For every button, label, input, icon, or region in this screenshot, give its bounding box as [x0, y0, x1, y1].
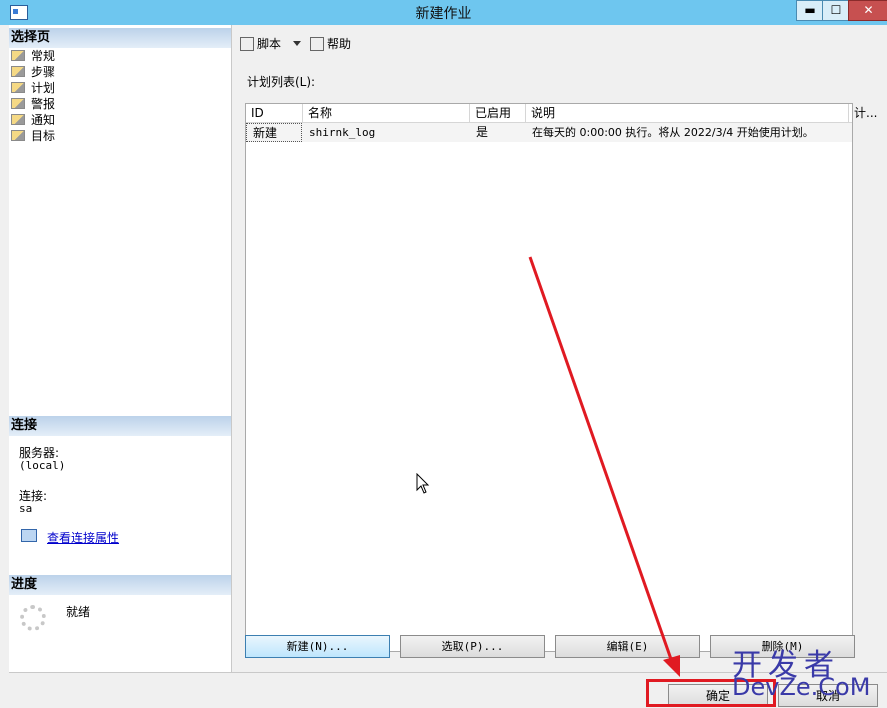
cell-name: shirnk_log — [309, 126, 376, 139]
page-item-label: 目标 — [31, 129, 56, 143]
page-icon — [11, 82, 25, 93]
page-item-label: 通知 — [31, 113, 56, 127]
server-value: (local) — [19, 459, 66, 472]
column-header-description[interactable]: 说明 — [526, 104, 849, 122]
column-header-jobs[interactable]: 计... — [849, 104, 883, 122]
mouse-cursor-icon — [416, 473, 430, 494]
script-dropdown-arrow-icon[interactable] — [293, 41, 301, 46]
connection-value: sa — [19, 502, 33, 515]
progress-status: 就绪 — [66, 605, 91, 619]
connection-header: 连接 — [9, 416, 231, 436]
grid-header: ID 名称 已启用 说明 计... — [246, 104, 877, 123]
page-icon — [11, 50, 25, 61]
column-header-enabled[interactable]: 已启用 — [470, 104, 526, 122]
cell-id[interactable]: 新建 — [246, 123, 302, 142]
connection-label: 连接: — [19, 489, 48, 503]
main-panel: 脚本 帮助 计划列表(L): ID 名称 已启用 说明 计... 新建 shir… — [232, 25, 887, 672]
progress-spinner-icon — [20, 605, 46, 631]
page-icon — [11, 130, 25, 141]
connection-properties-icon — [21, 529, 37, 542]
minimize-button[interactable]: ▬ — [796, 0, 824, 21]
view-connection-properties-link[interactable]: 查看连接属性 — [47, 529, 119, 546]
cell-enabled: 是 — [476, 125, 489, 139]
cell-description: 在每天的 0:00:00 执行。将从 2022/3/4 开始使用计划。 — [532, 126, 814, 139]
page-item-label: 警报 — [31, 97, 56, 111]
window-titlebar[interactable]: 新建作业 ▬ ☐ ✕ — [0, 0, 887, 25]
new-schedule-button[interactable]: 新建(N)... — [245, 635, 390, 658]
script-icon — [240, 37, 254, 51]
window-title: 新建作业 — [415, 6, 472, 22]
help-label: 帮助 — [327, 37, 352, 51]
toolbar: 脚本 帮助 — [232, 25, 887, 57]
pick-schedule-button[interactable]: 选取(P)... — [400, 635, 545, 658]
help-icon — [310, 37, 324, 51]
maximize-button[interactable]: ☐ — [822, 0, 850, 21]
script-button[interactable]: 脚本 — [240, 35, 281, 52]
watermark-en: DevZe.CoM — [732, 673, 871, 701]
page-item-label: 常规 — [31, 49, 56, 63]
page-item-steps[interactable]: 步骤 — [11, 64, 55, 80]
left-panel: 选择页 常规 步骤 计划 警报 通知 目标 连接 服务器: (local) 连接… — [9, 25, 232, 672]
column-header-id[interactable]: ID — [246, 104, 303, 122]
page-icon — [11, 114, 25, 125]
progress-header: 进度 — [9, 575, 231, 595]
page-item-general[interactable]: 常规 — [11, 48, 55, 64]
table-row[interactable]: 新建 shirnk_log 是 在每天的 0:00:00 执行。将从 2022/… — [246, 123, 852, 142]
server-label: 服务器: — [19, 446, 60, 460]
page-icon — [11, 98, 25, 109]
select-page-header: 选择页 — [9, 28, 231, 48]
page-item-notifications[interactable]: 通知 — [11, 112, 55, 128]
watermark: 开发者 DevZe.CoM — [730, 640, 887, 707]
schedule-list-label: 计划列表(L): — [247, 75, 316, 89]
page-item-label: 计划 — [31, 81, 56, 95]
help-button[interactable]: 帮助 — [310, 35, 351, 52]
script-label: 脚本 — [257, 37, 282, 51]
close-button[interactable]: ✕ — [848, 0, 887, 21]
edit-schedule-button[interactable]: 编辑(E) — [555, 635, 700, 658]
page-icon — [11, 66, 25, 77]
page-item-alerts[interactable]: 警报 — [11, 96, 55, 112]
page-item-targets[interactable]: 目标 — [11, 128, 55, 144]
schedule-grid[interactable]: ID 名称 已启用 说明 计... 新建 shirnk_log 是 在每天的 0… — [245, 103, 877, 652]
page-item-schedules[interactable]: 计划 — [11, 80, 55, 96]
page-item-label: 步骤 — [31, 65, 56, 79]
column-header-name[interactable]: 名称 — [303, 104, 470, 122]
